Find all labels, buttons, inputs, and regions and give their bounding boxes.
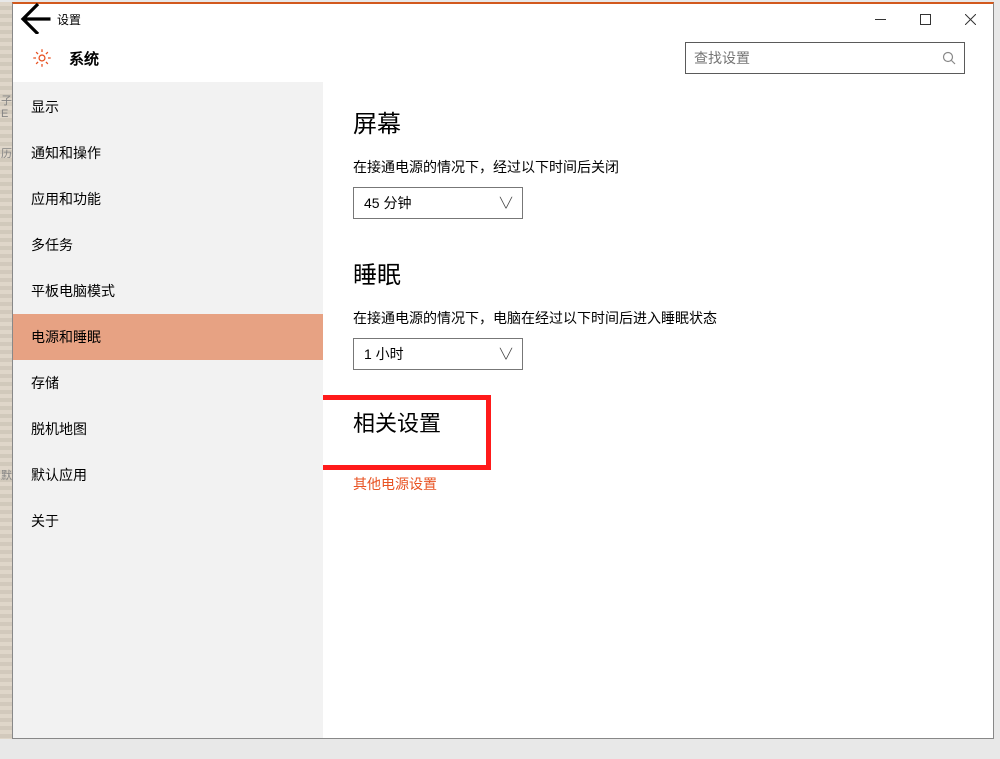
maximize-button[interactable]	[903, 4, 948, 34]
background-edge: 子 E 历 默	[0, 2, 12, 739]
sidebar-item-label: 显示	[31, 97, 59, 117]
content-body: 显示 通知和操作 应用和功能 多任务 平板电脑模式 电源和睡眠 存储 脱机地图 …	[13, 82, 993, 738]
other-power-settings-link[interactable]: 其他电源设置	[353, 474, 437, 494]
sidebar-item-label: 通知和操作	[31, 143, 101, 163]
sidebar-item-label: 脱机地图	[31, 419, 87, 439]
minimize-button[interactable]	[858, 4, 903, 34]
minimize-icon	[875, 14, 886, 25]
sidebar-item-multitask[interactable]: 多任务	[13, 222, 323, 268]
main-panel: 屏幕 在接通电源的情况下，经过以下时间后关闭 45 分钟 ╲╱ 睡眠 在接通电源…	[323, 82, 993, 738]
sleep-timeout-select[interactable]: 1 小时 ╲╱	[353, 338, 523, 370]
search-icon	[942, 51, 956, 65]
sidebar-item-label: 多任务	[31, 235, 73, 255]
maximize-icon	[920, 14, 931, 25]
sidebar-item-offline-maps[interactable]: 脱机地图	[13, 406, 323, 452]
chevron-down-icon: ╲╱	[500, 198, 512, 209]
header: 系统	[13, 34, 993, 82]
sidebar-item-display[interactable]: 显示	[13, 84, 323, 130]
sidebar-item-label: 电源和睡眠	[31, 327, 101, 347]
screen-timeout-select[interactable]: 45 分钟 ╲╱	[353, 187, 523, 219]
sidebar-item-tablet[interactable]: 平板电脑模式	[13, 268, 323, 314]
page-title: 系统	[69, 48, 99, 69]
sidebar-item-label: 关于	[31, 511, 59, 531]
paw-icon	[826, 643, 866, 679]
search-box[interactable]	[685, 42, 965, 74]
sidebar-item-storage[interactable]: 存储	[13, 360, 323, 406]
sleep-timeout-value: 1 小时	[364, 344, 404, 364]
chevron-down-icon: ╲╱	[500, 349, 512, 360]
settings-window: 设置 系统 显示 通知和操作 应用和功能 多任务 平板电脑	[12, 2, 994, 739]
sidebar-item-power-sleep[interactable]: 电源和睡眠	[13, 314, 323, 360]
sidebar-item-about[interactable]: 关于	[13, 498, 323, 544]
sleep-desc: 在接通电源的情况下，电脑在经过以下时间后进入睡眠状态	[353, 308, 963, 328]
sidebar-item-notifications[interactable]: 通知和操作	[13, 130, 323, 176]
titlebar: 设置	[13, 4, 993, 34]
screen-timeout-value: 45 分钟	[364, 193, 411, 213]
search-input[interactable]	[694, 50, 942, 66]
screen-desc: 在接通电源的情况下，经过以下时间后关闭	[353, 157, 963, 177]
close-button[interactable]	[948, 4, 993, 34]
section-title-sleep: 睡眠	[353, 255, 963, 290]
window-title: 设置	[53, 11, 81, 28]
sidebar-item-default-apps[interactable]: 默认应用	[13, 452, 323, 498]
sidebar-item-label: 默认应用	[31, 465, 87, 485]
section-title-related: 相关设置	[353, 406, 963, 438]
sidebar-item-label: 存储	[31, 373, 59, 393]
back-button[interactable]	[13, 4, 53, 34]
section-title-screen: 屏幕	[353, 104, 963, 139]
close-icon	[965, 14, 976, 25]
sidebar-item-label: 平板电脑模式	[31, 281, 115, 301]
gear-icon	[31, 47, 53, 69]
sidebar-item-apps[interactable]: 应用和功能	[13, 176, 323, 222]
sidebar: 显示 通知和操作 应用和功能 多任务 平板电脑模式 电源和睡眠 存储 脱机地图 …	[13, 82, 323, 738]
sidebar-item-label: 应用和功能	[31, 189, 101, 209]
